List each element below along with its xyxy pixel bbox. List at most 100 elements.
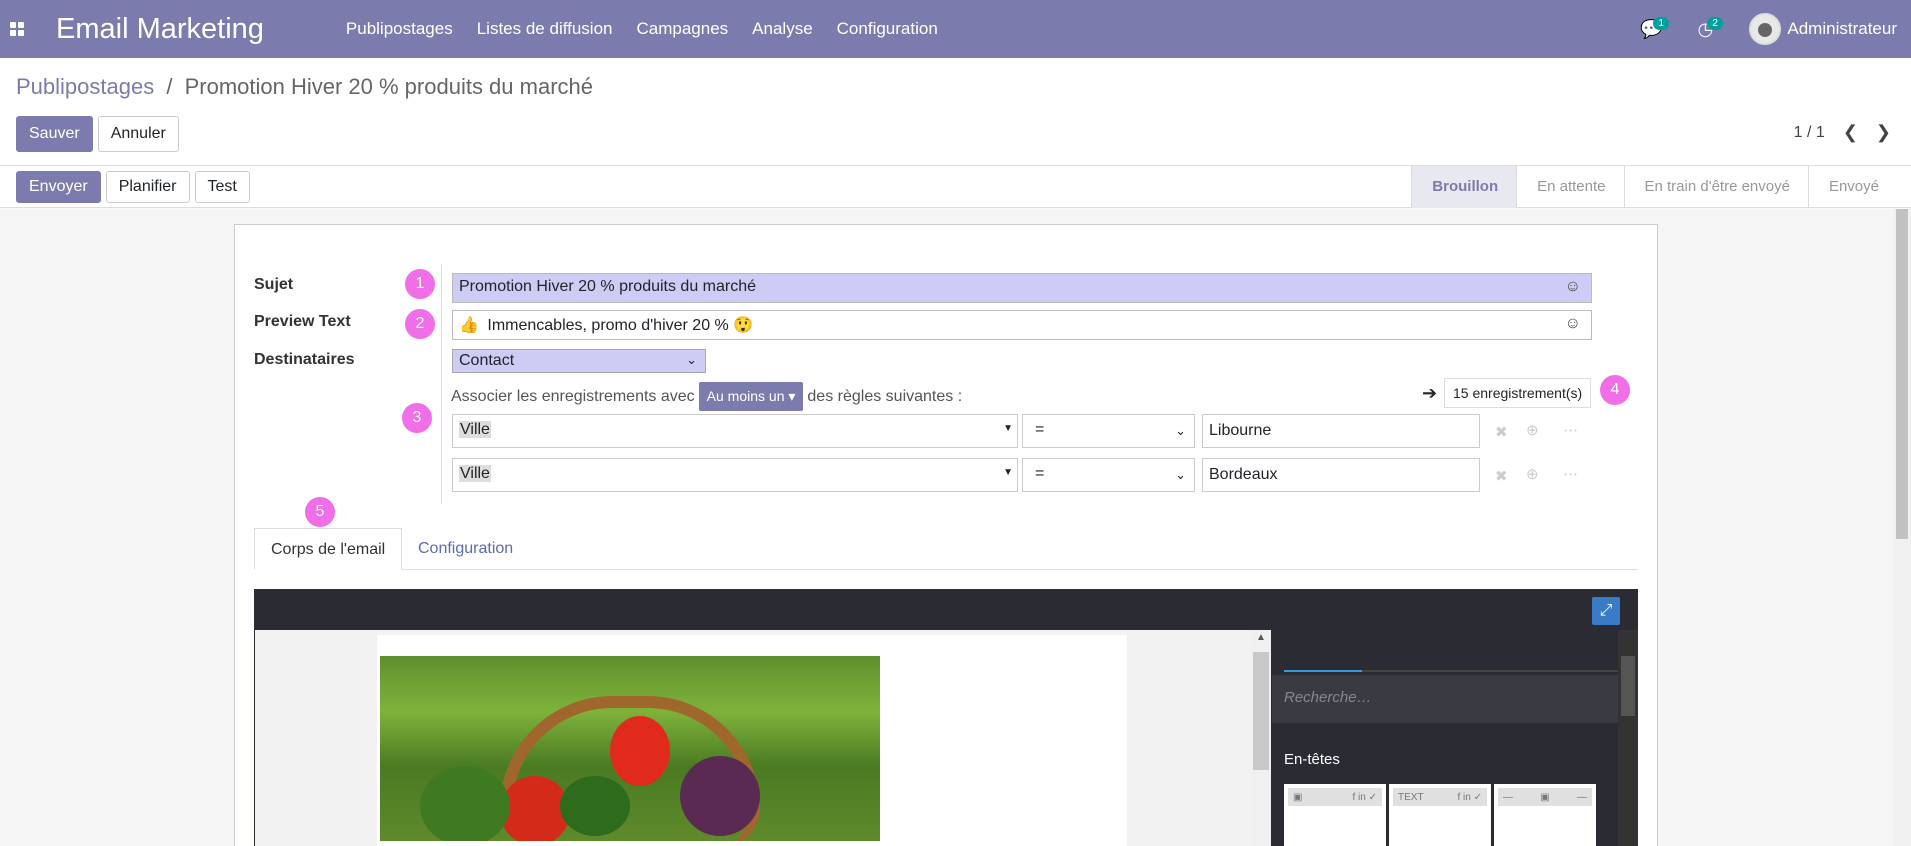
user-menu[interactable]: Administrateur [1787,19,1897,39]
text-label: TEXT [1398,791,1424,803]
records-count-button[interactable]: 15 enregistrement(s) [1444,378,1592,408]
editor-canvas[interactable]: ▲ [255,630,1271,846]
preview-text-input[interactable]: 👍 Immencables, promo d'hiver 20 % 😲 ☺ [452,310,1592,340]
snippet-tabs [1284,670,1638,672]
rule-field-select[interactable]: Ville ▼ [452,414,1018,448]
delete-rule-icon[interactable]: ✖ [1495,467,1508,485]
menu-item-campagnes[interactable]: Campagnes [625,0,741,58]
domain-association: Associer les enregistrements avec Au moi… [451,382,962,411]
tab-configuration[interactable]: Configuration [402,528,529,570]
menu-item-configuration[interactable]: Configuration [825,0,950,58]
navbar-right: 💬 1 ◷ 2 Administrateur [1631,0,1897,58]
status-bar: Envoyer Planifier Test Brouillon En atte… [0,166,1911,208]
add-rule-icon[interactable]: ⊕ [1526,465,1539,483]
broccoli [560,776,630,836]
stage-sending[interactable]: En train d'être envoyé [1623,166,1808,208]
match-mode-dropdown[interactable]: Au moins un ▾ [698,382,804,411]
activities-button[interactable]: ◷ 2 [1685,0,1725,58]
menu-item-publipostages[interactable]: Publipostages [334,0,465,58]
image-icon: ▣ [1293,791,1303,803]
rule-field-select[interactable]: Ville ▼ [452,458,1018,492]
rule-value-input[interactable]: Libourne [1202,414,1480,448]
menu-item-listes[interactable]: Listes de diffusion [465,0,625,58]
astonished-emoji-icon: 😲 [733,317,754,334]
menu-item-analyse[interactable]: Analyse [740,0,824,58]
scroll-up-icon[interactable]: ▲ [1256,632,1266,643]
field-divider [441,264,442,504]
form-buttons: Sauver Annuler [16,116,179,152]
rule-operator-select[interactable]: = ⌄ [1022,458,1195,492]
more-options-icon[interactable]: ⋯ [1563,421,1578,439]
canvas-scrollbar[interactable]: ▲ [1251,630,1271,846]
scrollbar-thumb[interactable] [1621,656,1635,716]
active-tab-indicator [1284,670,1362,672]
recipients-select[interactable]: Contact ⌄ [452,349,706,373]
schedule-button[interactable]: Planifier [105,171,190,203]
stage-pipeline: Brouillon En attente En train d'être env… [1411,166,1897,208]
main-menu: Publipostages Listes de diffusion Campag… [334,0,950,58]
editor-toolbar: ⤢ [254,589,1638,630]
subject-input[interactable]: Promotion Hiver 20 % produits du marché … [452,273,1592,303]
rule-operator-select[interactable]: = ⌄ [1022,414,1195,448]
breadcrumb-parent[interactable]: Publipostages [16,74,154,99]
lettuce [420,766,510,841]
messages-button[interactable]: 💬 1 [1631,0,1671,58]
snippet-header-text[interactable]: TEXT f in ✓ [1389,784,1491,846]
image-icon: ▣ [1540,791,1550,803]
tab-email-body[interactable]: Corps de l'email [254,528,403,570]
arrow-right-icon: ➔ [1422,383,1438,403]
rule-operator-value: = [1035,421,1045,438]
avatar[interactable] [1749,13,1782,45]
chevron-down-icon: ⌄ [686,352,697,367]
snippet-search-input[interactable]: Recherche… [1272,675,1638,723]
stage-draft[interactable]: Brouillon [1411,166,1517,208]
emoji-icon[interactable]: ☺ [1565,315,1581,333]
scrollbar-thumb[interactable] [1896,209,1908,539]
rule-value: Bordeaux [1209,466,1278,483]
marker-3: 3 [402,403,432,433]
cancel-button[interactable]: Annuler [97,116,179,152]
test-button[interactable]: Test [194,171,250,203]
dash-icon: — [1576,791,1587,803]
chevron-down-icon: ⌄ [1175,423,1186,438]
match-mode-label: Au moins un [706,388,785,404]
send-button[interactable]: Envoyer [16,171,101,203]
rule-field-value: Ville [459,465,491,482]
emoji-icon[interactable]: ☺ [1565,278,1581,296]
snippets-scrollbar[interactable] [1618,630,1638,846]
app-title[interactable]: Email Marketing [56,13,264,46]
snippets-panel: Recherche… En-têtes ▣ f in ✓ TEXT f in ✓ —… [1272,630,1638,846]
action-buttons: Envoyer Planifier Test [16,171,250,203]
chevron-left-icon[interactable]: ❮ [1843,122,1858,143]
pager: 1 / 1 ❮ ❯ [1794,122,1891,143]
preview-value: Immencables, promo d'hiver 20 % [487,317,729,334]
breadcrumb-separator: / [166,74,173,99]
more-options-icon[interactable]: ⋯ [1563,465,1578,483]
stage-sent[interactable]: Envoyé [1807,166,1897,208]
snippet-header-image[interactable]: ▣ f in ✓ [1284,784,1386,846]
rule-value-input[interactable]: Bordeaux [1202,458,1480,492]
control-panel: Publipostages / Promotion Hiver 20 % pro… [0,58,1911,166]
expand-icon[interactable]: ⤢ [1592,597,1620,625]
stage-pending[interactable]: En attente [1516,166,1623,208]
snippet-header-centered[interactable]: — ▣ — [1494,784,1596,846]
scrollbar-thumb[interactable] [1253,652,1269,770]
vegetable-basket-image[interactable] [380,656,880,841]
chevron-right-icon[interactable]: ❯ [1876,122,1891,143]
social-icons: f in ✓ [1352,791,1378,803]
page-scrollbar[interactable] [1893,209,1911,846]
delete-rule-icon[interactable]: ✖ [1495,423,1508,441]
pager-value[interactable]: 1 / 1 [1794,124,1825,142]
email-editor: ⤢ ▲ Recherche… En-têtes ▣ f in ✓ TEXT f in… [254,589,1638,846]
caret-down-icon: ▼ [1003,467,1013,478]
activities-badge: 2 [1707,17,1723,30]
subject-value: Promotion Hiver 20 % produits du marché [459,278,757,295]
social-icons: f in ✓ [1457,791,1483,803]
apps-menu-icon[interactable] [2,0,32,58]
add-rule-icon[interactable]: ⊕ [1526,421,1539,439]
dash-icon: — [1503,791,1513,803]
recipients-value: Contact [459,352,515,369]
messages-badge: 1 [1653,17,1669,30]
save-button[interactable]: Sauver [16,116,93,152]
caret-down-icon: ▾ [788,388,796,404]
